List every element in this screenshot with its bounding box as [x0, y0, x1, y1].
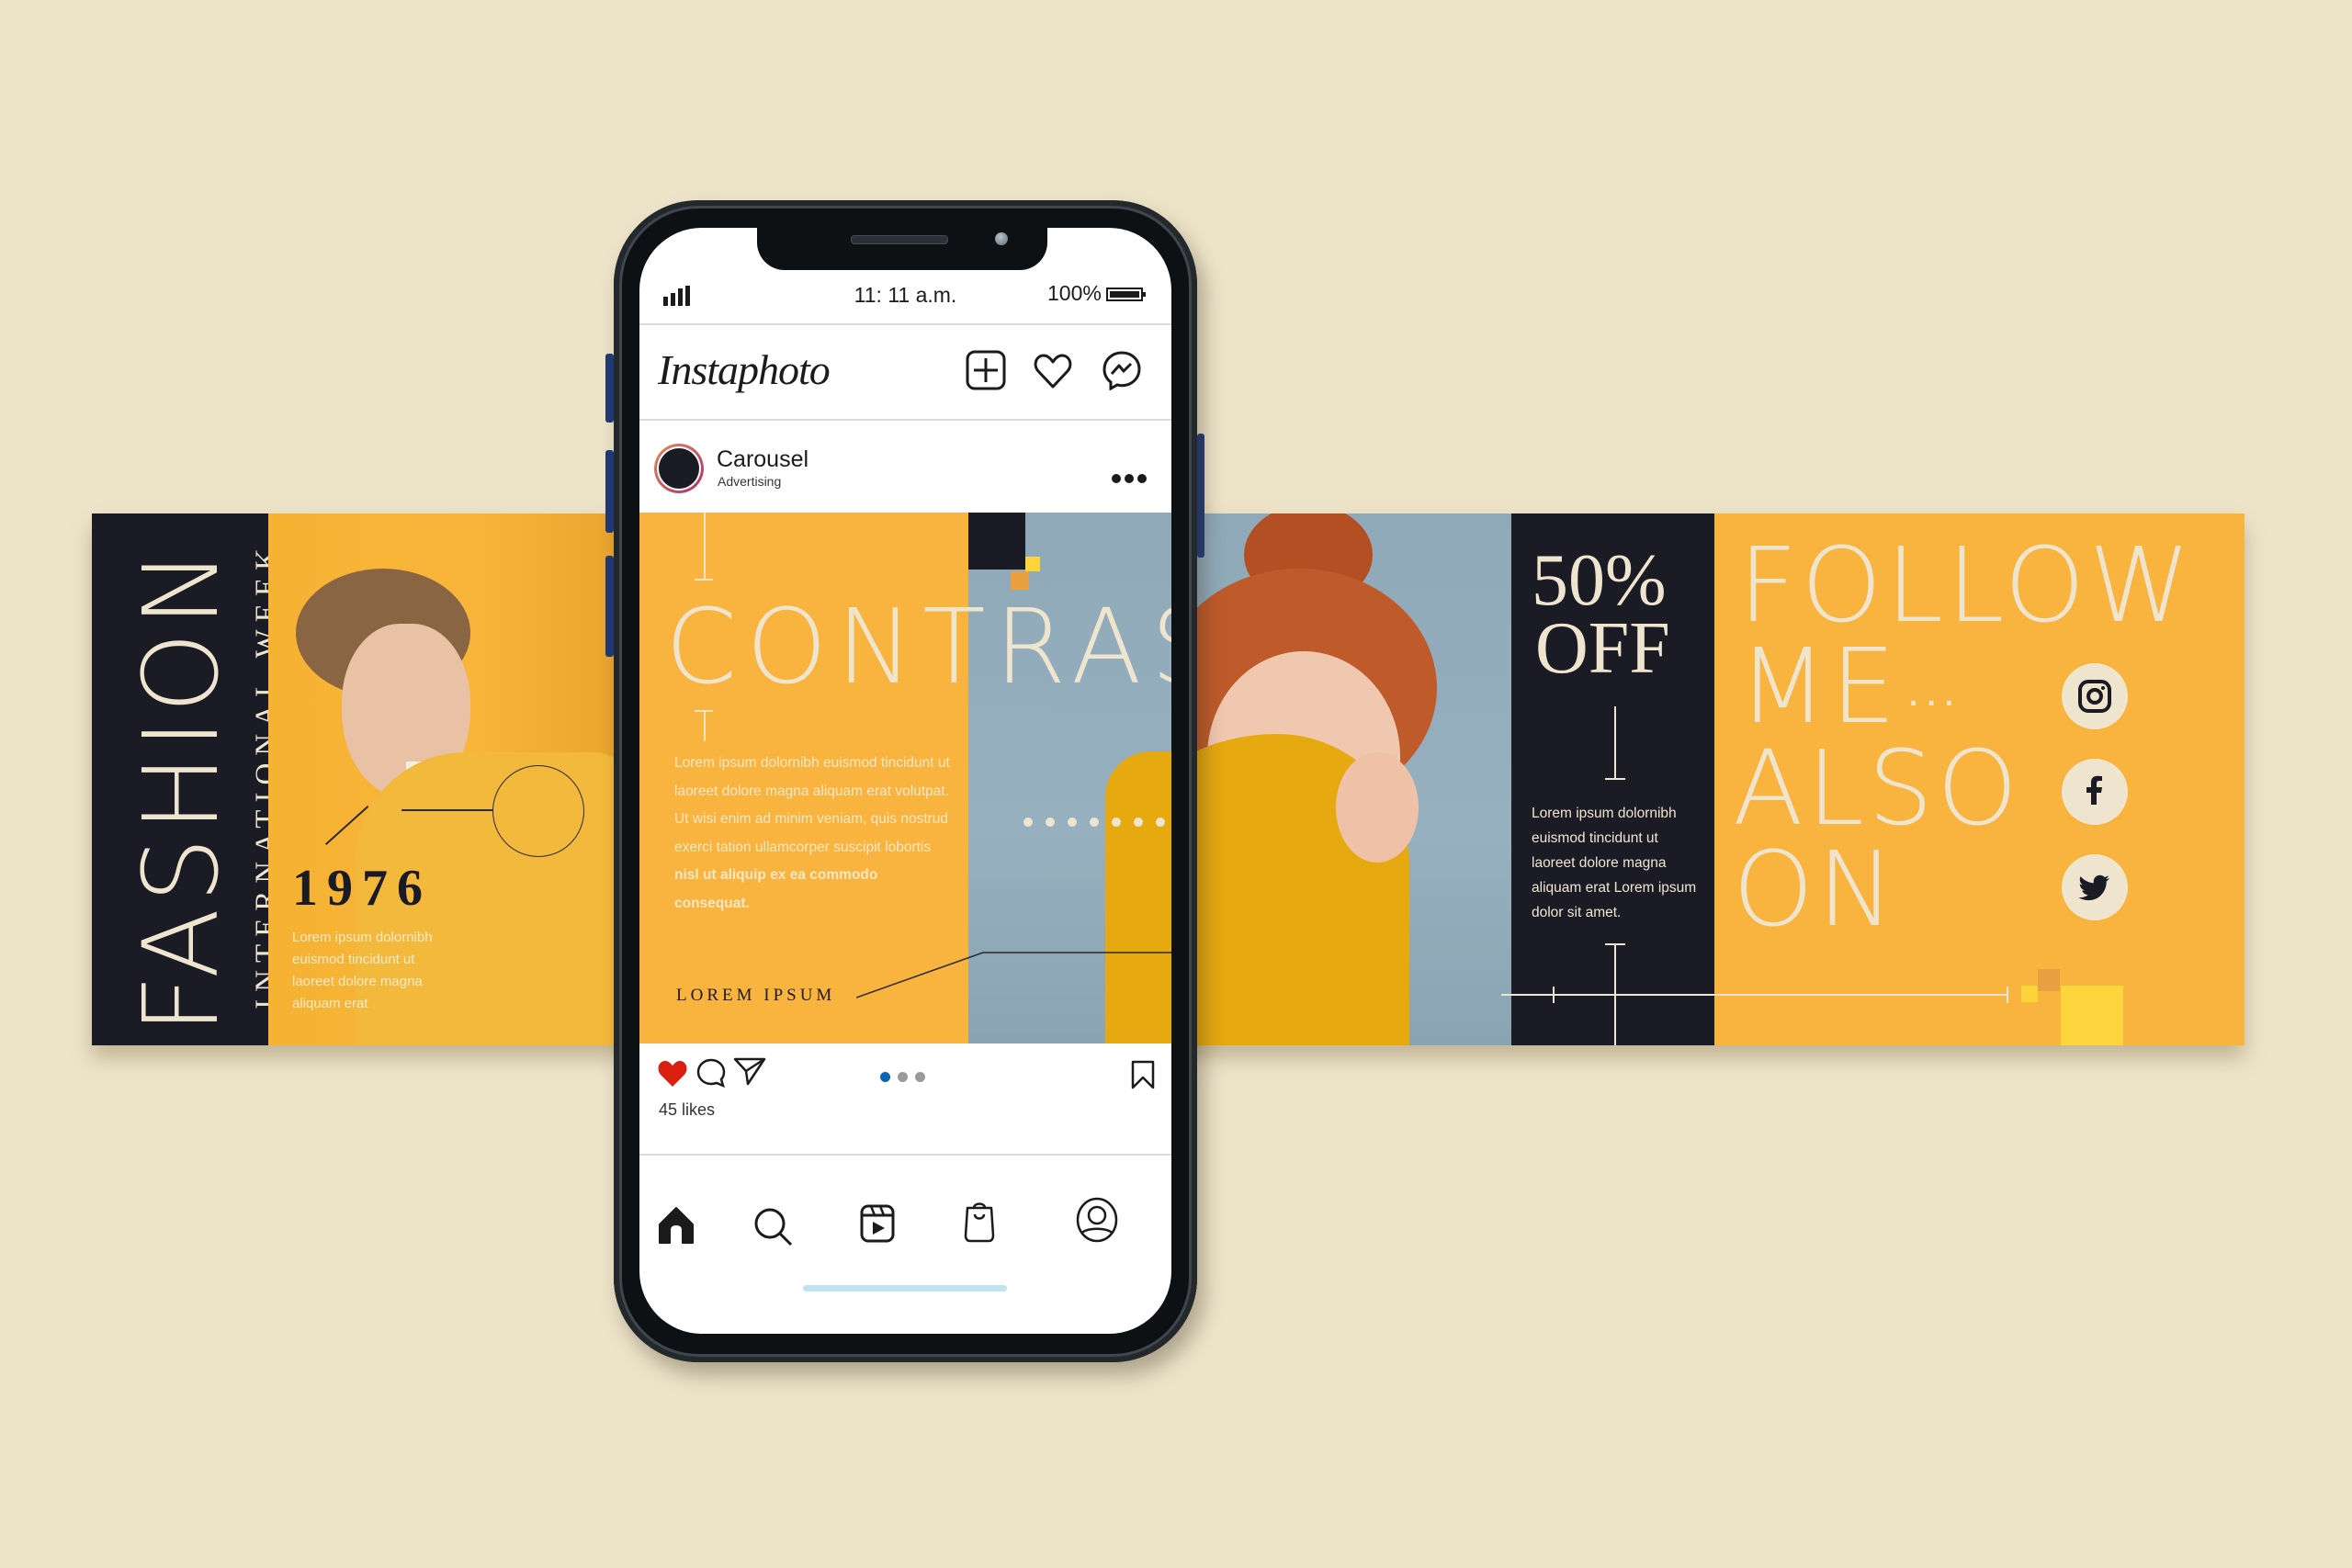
dotted-line: [1023, 816, 1171, 833]
offer-off: OFF: [1535, 608, 1670, 689]
likes-count: 45 likes: [659, 1100, 716, 1119]
comment-icon: [696, 1058, 726, 1089]
bookmark-icon: [1131, 1060, 1155, 1089]
heart-outline-icon: [1034, 354, 1072, 389]
pointer-line: [855, 944, 1171, 1004]
search-icon: [754, 1208, 793, 1247]
heart-filled-icon: [658, 1061, 687, 1087]
comment-button[interactable]: [696, 1058, 728, 1094]
deco-square-small: [2021, 986, 2038, 1002]
phone-mockup: 11: 11 a.m. 100% Instaphoto Carousel Adv…: [614, 200, 1197, 1362]
phone-volume-button-1: [605, 354, 614, 423]
follow-line-3: ALSO: [1733, 729, 2022, 849]
carousel-dot[interactable]: [915, 1072, 925, 1082]
twitter-icon: [2078, 874, 2110, 901]
front-camera: [995, 232, 1008, 245]
nav-search[interactable]: [753, 1207, 794, 1252]
nav-shop[interactable]: [963, 1199, 996, 1247]
deco-square-dim: [2038, 969, 2060, 991]
more-options-icon: [1112, 474, 1147, 483]
post-options-button[interactable]: [1111, 472, 1148, 489]
activity-button[interactable]: [1033, 352, 1073, 390]
divider: [639, 1154, 1171, 1156]
model-photo-man: 1976 Lorem ipsum dolornibh euismod tinci…: [268, 513, 614, 1045]
phone-volume-button-2: [605, 450, 614, 533]
follow-line-1: FOLLOW: [1738, 526, 2195, 646]
post-carousel-image[interactable]: CONTRASTS WOW! Lorem ipsum dolornibh eui…: [639, 513, 1171, 1043]
divider: [639, 323, 1171, 325]
nav-reels[interactable]: [860, 1204, 895, 1247]
carousel-dot-active[interactable]: [880, 1072, 890, 1082]
nav-home[interactable]: [658, 1206, 695, 1249]
offer-panel: 50% OFF Lorem ipsum dolornibh euismod ti…: [1511, 513, 1714, 1045]
facebook-button[interactable]: [2062, 759, 2128, 825]
phone-notch: [757, 228, 1047, 270]
instagram-icon: [2078, 680, 2111, 713]
battery-percent: 100%: [1047, 281, 1102, 305]
messenger-button[interactable]: [1102, 350, 1142, 390]
contrasts-body: Lorem ipsum dolornibh euismod tincidunt …: [674, 750, 950, 918]
profile-icon: [1076, 1197, 1118, 1243]
carousel-indicator: [880, 1072, 925, 1082]
battery-icon: [1106, 288, 1147, 307]
new-post-button[interactable]: [966, 350, 1006, 390]
fashion-body-text: Lorem ipsum dolornibh euismod tincidunt …: [292, 930, 433, 1011]
follow-line-4: ON: [1733, 830, 1898, 950]
contrasts-caption: LOREM IPSUM: [676, 986, 836, 1005]
contrasts-body-regular: Lorem ipsum dolornibh euismod tincidunt …: [674, 755, 950, 855]
offer-percent: 50%: [1532, 540, 1667, 621]
send-icon: [733, 1057, 766, 1086]
home-icon: [659, 1207, 694, 1244]
shopping-bag-icon: [964, 1202, 995, 1243]
phone-power-button: [1197, 434, 1204, 558]
messenger-icon: [1102, 351, 1141, 390]
highlight-circle: [492, 765, 584, 857]
speaker-grille: [851, 235, 948, 244]
twitter-button[interactable]: [2062, 854, 2128, 920]
save-button[interactable]: [1131, 1060, 1155, 1094]
fashion-title: FASHION: [122, 544, 242, 1034]
account-name[interactable]: Carousel: [717, 446, 808, 473]
instagram-button[interactable]: [2062, 663, 2128, 729]
deco-square-large: [2061, 986, 2123, 1045]
follow-ellipsis: ...: [1907, 667, 1962, 716]
fashion-title-panel: FASHION INTERNATIONAL WEEK: [92, 513, 283, 1045]
add-post-icon: [966, 350, 1006, 390]
facebook-icon: [2086, 775, 2102, 805]
contrasts-body-bold: nisl ut aliquip ex ea commodo consequat.: [674, 867, 878, 911]
reels-icon: [860, 1204, 895, 1243]
offer-body-text: Lorem ipsum dolornibh euismod tincidunt …: [1532, 806, 1697, 920]
follow-line-2: ME: [1738, 627, 1900, 747]
contrasts-headline: CONTRASTS: [665, 588, 1171, 707]
carousel-dot[interactable]: [898, 1072, 908, 1082]
divider: [639, 419, 1171, 421]
account-subtitle: Advertising: [718, 474, 782, 489]
like-button[interactable]: [658, 1060, 687, 1092]
account-avatar[interactable]: [654, 444, 704, 493]
year-label: 1976: [292, 860, 432, 917]
phone-screen: 11: 11 a.m. 100% Instaphoto Carousel Adv…: [639, 228, 1171, 1334]
app-logo: Instaphoto: [658, 346, 831, 393]
share-button[interactable]: [733, 1056, 766, 1092]
bottom-rule: [1501, 994, 2007, 996]
phone-volume-button-3: [605, 556, 614, 657]
follow-panel: FOLLOW ME ... ALSO ON: [1501, 513, 2245, 1045]
nav-profile[interactable]: [1075, 1197, 1119, 1247]
home-indicator[interactable]: [803, 1285, 1007, 1292]
